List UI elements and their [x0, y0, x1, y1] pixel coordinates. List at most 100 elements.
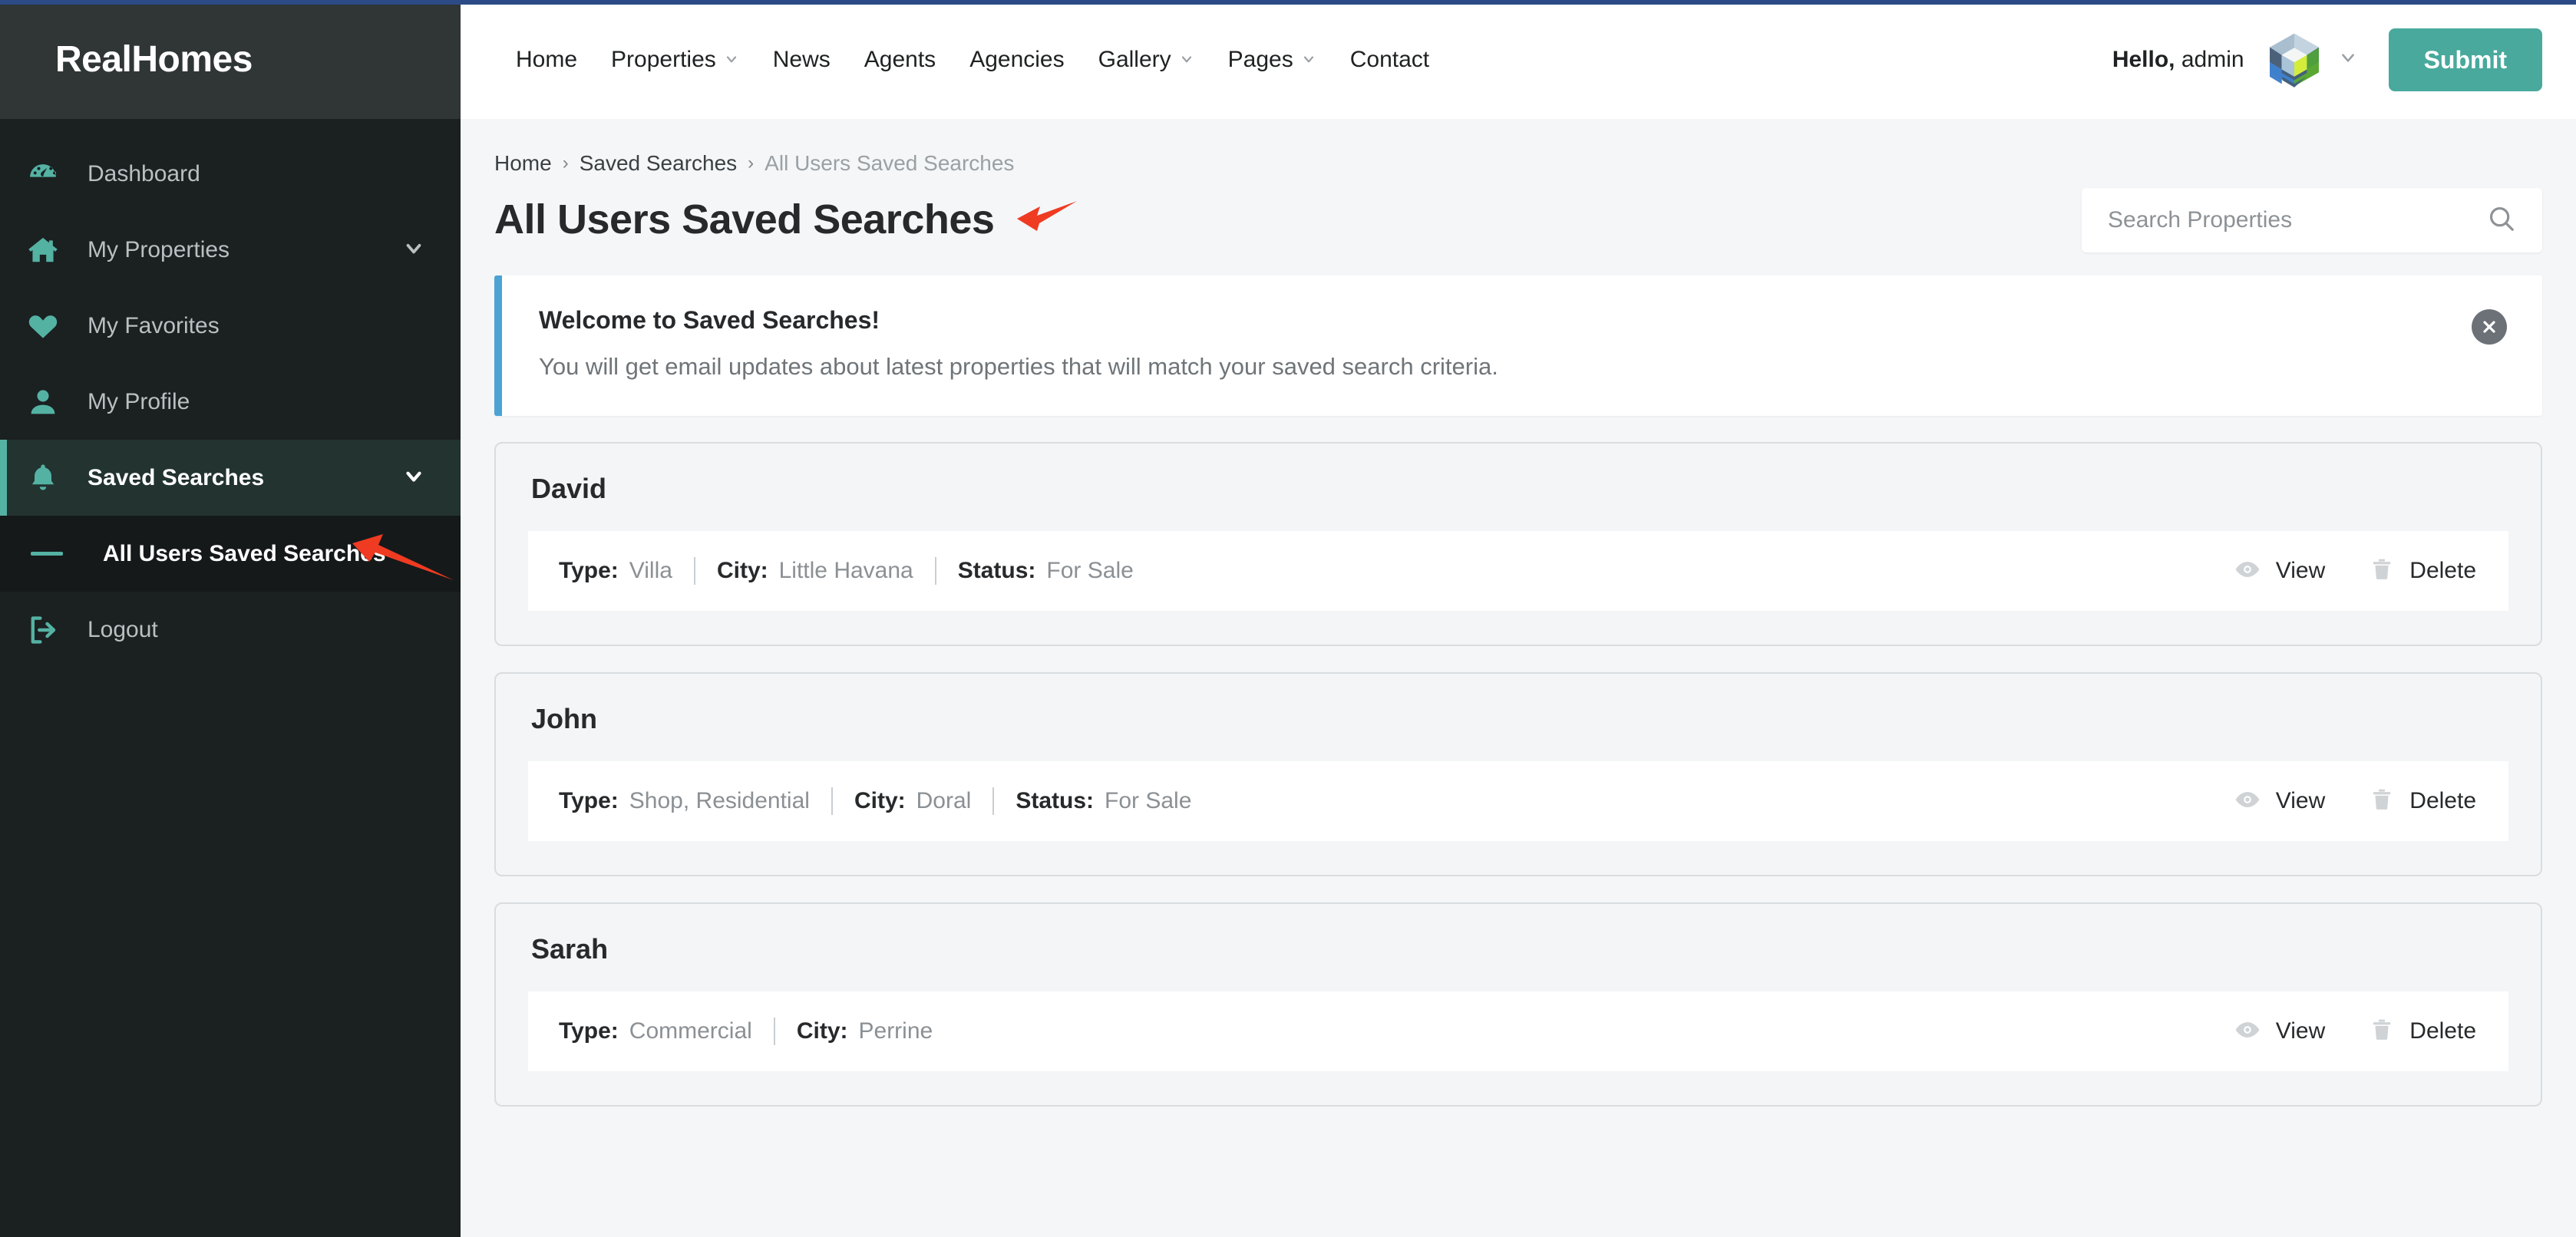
- meta-label-type: Type:: [559, 788, 619, 813]
- topnav-label: Agents: [864, 46, 936, 72]
- saved-search-user-name: Sarah: [531, 933, 609, 965]
- chevron-down-icon: [1179, 47, 1194, 73]
- topnav-label: Properties: [611, 46, 716, 72]
- saved-search-meta: Type: Commercial City: Perrine: [559, 1018, 2234, 1045]
- delete-button[interactable]: Delete: [2370, 787, 2476, 816]
- annotation-arrow-title-icon: [1014, 199, 1080, 241]
- meta-type: Type: Shop, Residential: [559, 788, 810, 814]
- search-properties-box[interactable]: [2082, 188, 2542, 252]
- meta-value-type: Commercial: [629, 1018, 752, 1044]
- row-actions: View Delete: [2234, 1017, 2476, 1047]
- breadcrumb-separator-icon: ›: [748, 153, 755, 173]
- meta-label-status: Status:: [1016, 788, 1095, 813]
- chevron-down-icon[interactable]: [402, 464, 425, 491]
- meta-label-status: Status:: [957, 558, 1036, 583]
- bell-icon: [26, 461, 77, 495]
- eye-icon: [2234, 556, 2261, 586]
- sidebar-item-my-properties[interactable]: My Properties: [0, 212, 461, 288]
- sidebar-item-my-favorites[interactable]: My Favorites: [0, 288, 461, 364]
- chevron-down-icon[interactable]: [402, 236, 425, 263]
- topnav-item-gallery[interactable]: Gallery: [1082, 47, 1211, 73]
- meta-label-type: Type:: [559, 1018, 619, 1044]
- meta-label-city: City:: [796, 1018, 848, 1044]
- saved-search-row: Type: Villa City: Little Havana Status: …: [528, 531, 2508, 611]
- eye-icon: [2234, 1017, 2261, 1047]
- meta-label-city: City:: [716, 558, 768, 583]
- meta-divider: [773, 1018, 775, 1045]
- breadcrumb-separator-icon: ›: [562, 153, 569, 173]
- meta-label-type: Type:: [559, 558, 619, 583]
- topnav-item-properties[interactable]: Properties: [594, 47, 756, 73]
- topnav-item-agencies[interactable]: Agencies: [953, 47, 1081, 73]
- dash-icon: [26, 552, 77, 556]
- topnav-item-news[interactable]: News: [756, 47, 847, 73]
- topnav-item-home[interactable]: Home: [499, 47, 594, 73]
- sidebar-item-saved-searches[interactable]: Saved Searches: [0, 440, 461, 516]
- greeting-prefix: Hello,: [2112, 46, 2175, 72]
- delete-button[interactable]: Delete: [2370, 557, 2476, 586]
- topnav-item-contact[interactable]: Contact: [1333, 47, 1446, 73]
- notice-text: You will get email updates about latest …: [539, 353, 1498, 380]
- user-avatar-cube-logo[interactable]: [2264, 30, 2324, 90]
- sidebar-subitem-label: All Users Saved Searches: [103, 540, 386, 566]
- sidebar: RealHomes Dashboard My Properties My Fav…: [0, 0, 461, 1237]
- meta-value-status: For Sale: [1105, 788, 1192, 813]
- trash-icon: [2370, 787, 2394, 816]
- search-input[interactable]: [2108, 207, 2487, 233]
- meta-value-city: Doral: [916, 788, 972, 813]
- browser-top-chrome-line: [0, 0, 2576, 5]
- page-title: All Users Saved Searches: [494, 196, 995, 242]
- view-button[interactable]: View: [2234, 1017, 2325, 1047]
- delete-button[interactable]: Delete: [2370, 1018, 2476, 1046]
- row-actions: View Delete: [2234, 787, 2476, 816]
- sidebar-item-my-profile[interactable]: My Profile: [0, 364, 461, 440]
- breadcrumb-item-current: All Users Saved Searches: [765, 151, 1015, 175]
- sidebar-item-label: My Favorites: [88, 312, 220, 338]
- meta-type: Type: Commercial: [559, 1018, 752, 1044]
- meta-status: Status: For Sale: [958, 558, 1134, 584]
- saved-search-meta: Type: Shop, Residential City: Doral Stat…: [559, 787, 2234, 815]
- content-header: Home › Saved Searches › All Users Saved …: [494, 119, 2542, 252]
- saved-search-user-name: John: [531, 703, 597, 734]
- topnav-label: Gallery: [1098, 46, 1171, 72]
- sidebar-item-logout[interactable]: Logout: [0, 592, 461, 668]
- trash-icon: [2370, 557, 2394, 586]
- submit-button[interactable]: Submit: [2388, 28, 2542, 91]
- top-navigation: Home Properties News Agents Agencies Gal…: [499, 47, 1446, 73]
- sidebar-brand[interactable]: RealHomes: [0, 0, 461, 119]
- view-label: View: [2275, 558, 2326, 583]
- close-icon[interactable]: [2472, 309, 2507, 345]
- meta-divider: [992, 787, 995, 815]
- main-content: Home › Saved Searches › All Users Saved …: [461, 119, 2576, 1237]
- topnav-item-agents[interactable]: Agents: [847, 47, 953, 73]
- greeting: Hello, admin: [2112, 47, 2244, 73]
- breadcrumb-item-home[interactable]: Home: [494, 151, 552, 176]
- saved-search-row: Type: Shop, Residential City: Doral Stat…: [528, 761, 2508, 841]
- meta-label-city: City:: [854, 788, 906, 813]
- topnav-label: Agencies: [969, 46, 1065, 72]
- sidebar-item-label: Dashboard: [88, 160, 200, 186]
- breadcrumb-item-saved-searches[interactable]: Saved Searches: [580, 151, 737, 176]
- saved-search-card: John Type: Shop, Residential City: Doral…: [494, 672, 2542, 876]
- meta-divider: [693, 557, 695, 585]
- brand-name: RealHomes: [55, 39, 253, 80]
- meta-divider: [831, 787, 833, 815]
- chevron-down-icon[interactable]: [2338, 48, 2358, 71]
- view-button[interactable]: View: [2234, 787, 2325, 816]
- meta-value-type: Villa: [629, 558, 672, 583]
- meta-type: Type: Villa: [559, 558, 672, 584]
- meta-status: Status: For Sale: [1016, 788, 1191, 814]
- trash-icon: [2370, 1018, 2394, 1046]
- saved-search-card: Sarah Type: Commercial City: Perrine Vie…: [494, 902, 2542, 1107]
- sidebar-item-label: My Properties: [88, 236, 230, 262]
- search-icon[interactable]: [2487, 204, 2516, 237]
- view-button[interactable]: View: [2234, 556, 2325, 586]
- meta-city: City: Little Havana: [717, 558, 913, 584]
- topnav-label: News: [772, 46, 831, 72]
- chevron-down-icon: [1301, 47, 1316, 73]
- topnav-label: Pages: [1227, 46, 1293, 72]
- welcome-notice: Welcome to Saved Searches! You will get …: [494, 275, 2542, 416]
- topnav-item-pages[interactable]: Pages: [1211, 47, 1333, 73]
- sidebar-item-dashboard[interactable]: Dashboard: [0, 136, 461, 212]
- delete-label: Delete: [2409, 1018, 2476, 1044]
